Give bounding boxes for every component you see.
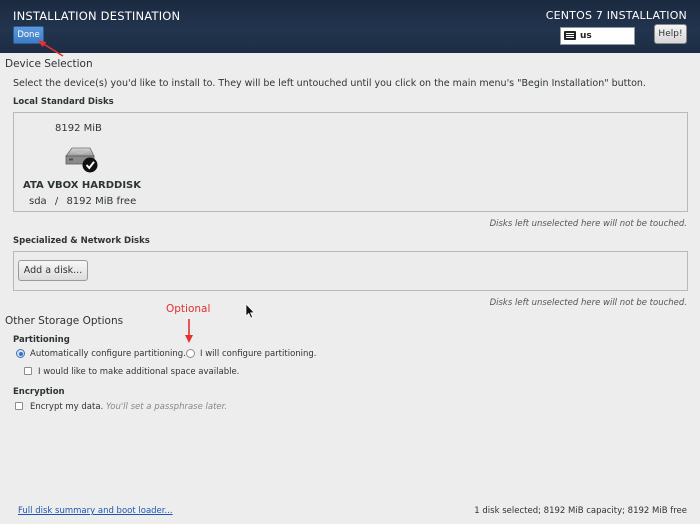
local-disks-note: Disks left unselected here will not be t… — [489, 219, 687, 229]
keyboard-layout-indicator[interactable]: us — [560, 27, 635, 45]
page-title: INSTALLATION DESTINATION — [13, 9, 181, 23]
extra-space-checkbox[interactable] — [24, 367, 32, 375]
device-selection-title: Device Selection — [5, 58, 93, 70]
add-disk-button[interactable]: Add a disk... — [18, 260, 88, 281]
keyboard-layout-label: us — [580, 31, 592, 41]
local-disks-title: Local Standard Disks — [13, 97, 114, 107]
optional-annotation-arrow — [185, 319, 193, 343]
product-title: CENTOS 7 INSTALLATION — [545, 9, 687, 22]
extra-space-label[interactable]: I would like to make additional space av… — [38, 367, 239, 377]
storage-options-title: Other Storage Options — [5, 315, 124, 327]
disk-separator: / — [54, 196, 59, 207]
mouse-pointer-icon — [245, 303, 255, 319]
optional-annotation: Optional — [166, 303, 211, 315]
encryption-title: Encryption — [13, 387, 65, 397]
done-button[interactable]: Done — [13, 26, 44, 44]
help-button[interactable]: Help! — [654, 24, 687, 44]
encrypt-hint: You'll set a passphrase later. — [106, 402, 228, 412]
manual-partitioning-label[interactable]: I will configure partitioning. — [200, 349, 317, 359]
auto-partitioning-radio[interactable] — [16, 349, 25, 358]
network-disks-panel — [13, 251, 688, 291]
auto-partitioning-label[interactable]: Automatically configure partitioning. — [30, 349, 186, 359]
network-disks-note: Disks left unselected here will not be t… — [489, 298, 687, 308]
header-bar: INSTALLATION DESTINATION Done CENTOS 7 I… — [0, 0, 700, 53]
disk-name: ATA VBOX HARDDISK — [23, 180, 142, 191]
encrypt-label[interactable]: Encrypt my data. — [30, 402, 103, 412]
manual-partitioning-radio[interactable] — [186, 349, 195, 358]
encrypt-checkbox[interactable] — [15, 402, 23, 410]
disk-summary-link[interactable]: Full disk summary and boot loader... — [18, 506, 173, 516]
disk-device: sda — [29, 196, 47, 207]
disk-free-info: sda / 8192 MiB free — [29, 196, 136, 207]
network-disks-title: Specialized & Network Disks — [13, 236, 150, 246]
device-selection-description: Select the device(s) you'd like to insta… — [13, 78, 646, 89]
storage-status: 1 disk selected; 8192 MiB capacity; 8192… — [474, 506, 687, 516]
keyboard-icon — [564, 31, 576, 40]
disk-size: 8192 MiB — [55, 123, 102, 134]
local-disks-panel: 8192 MiB ATA VBOX HARDDISK sda / 8192 Mi… — [13, 112, 688, 212]
disk-free: 8192 MiB free — [66, 196, 137, 207]
disk-tile-sda[interactable]: 8192 MiB ATA VBOX HARDDISK sda / 8192 Mi… — [18, 119, 148, 209]
harddisk-checked-icon — [65, 147, 98, 173]
partitioning-title: Partitioning — [13, 335, 70, 345]
